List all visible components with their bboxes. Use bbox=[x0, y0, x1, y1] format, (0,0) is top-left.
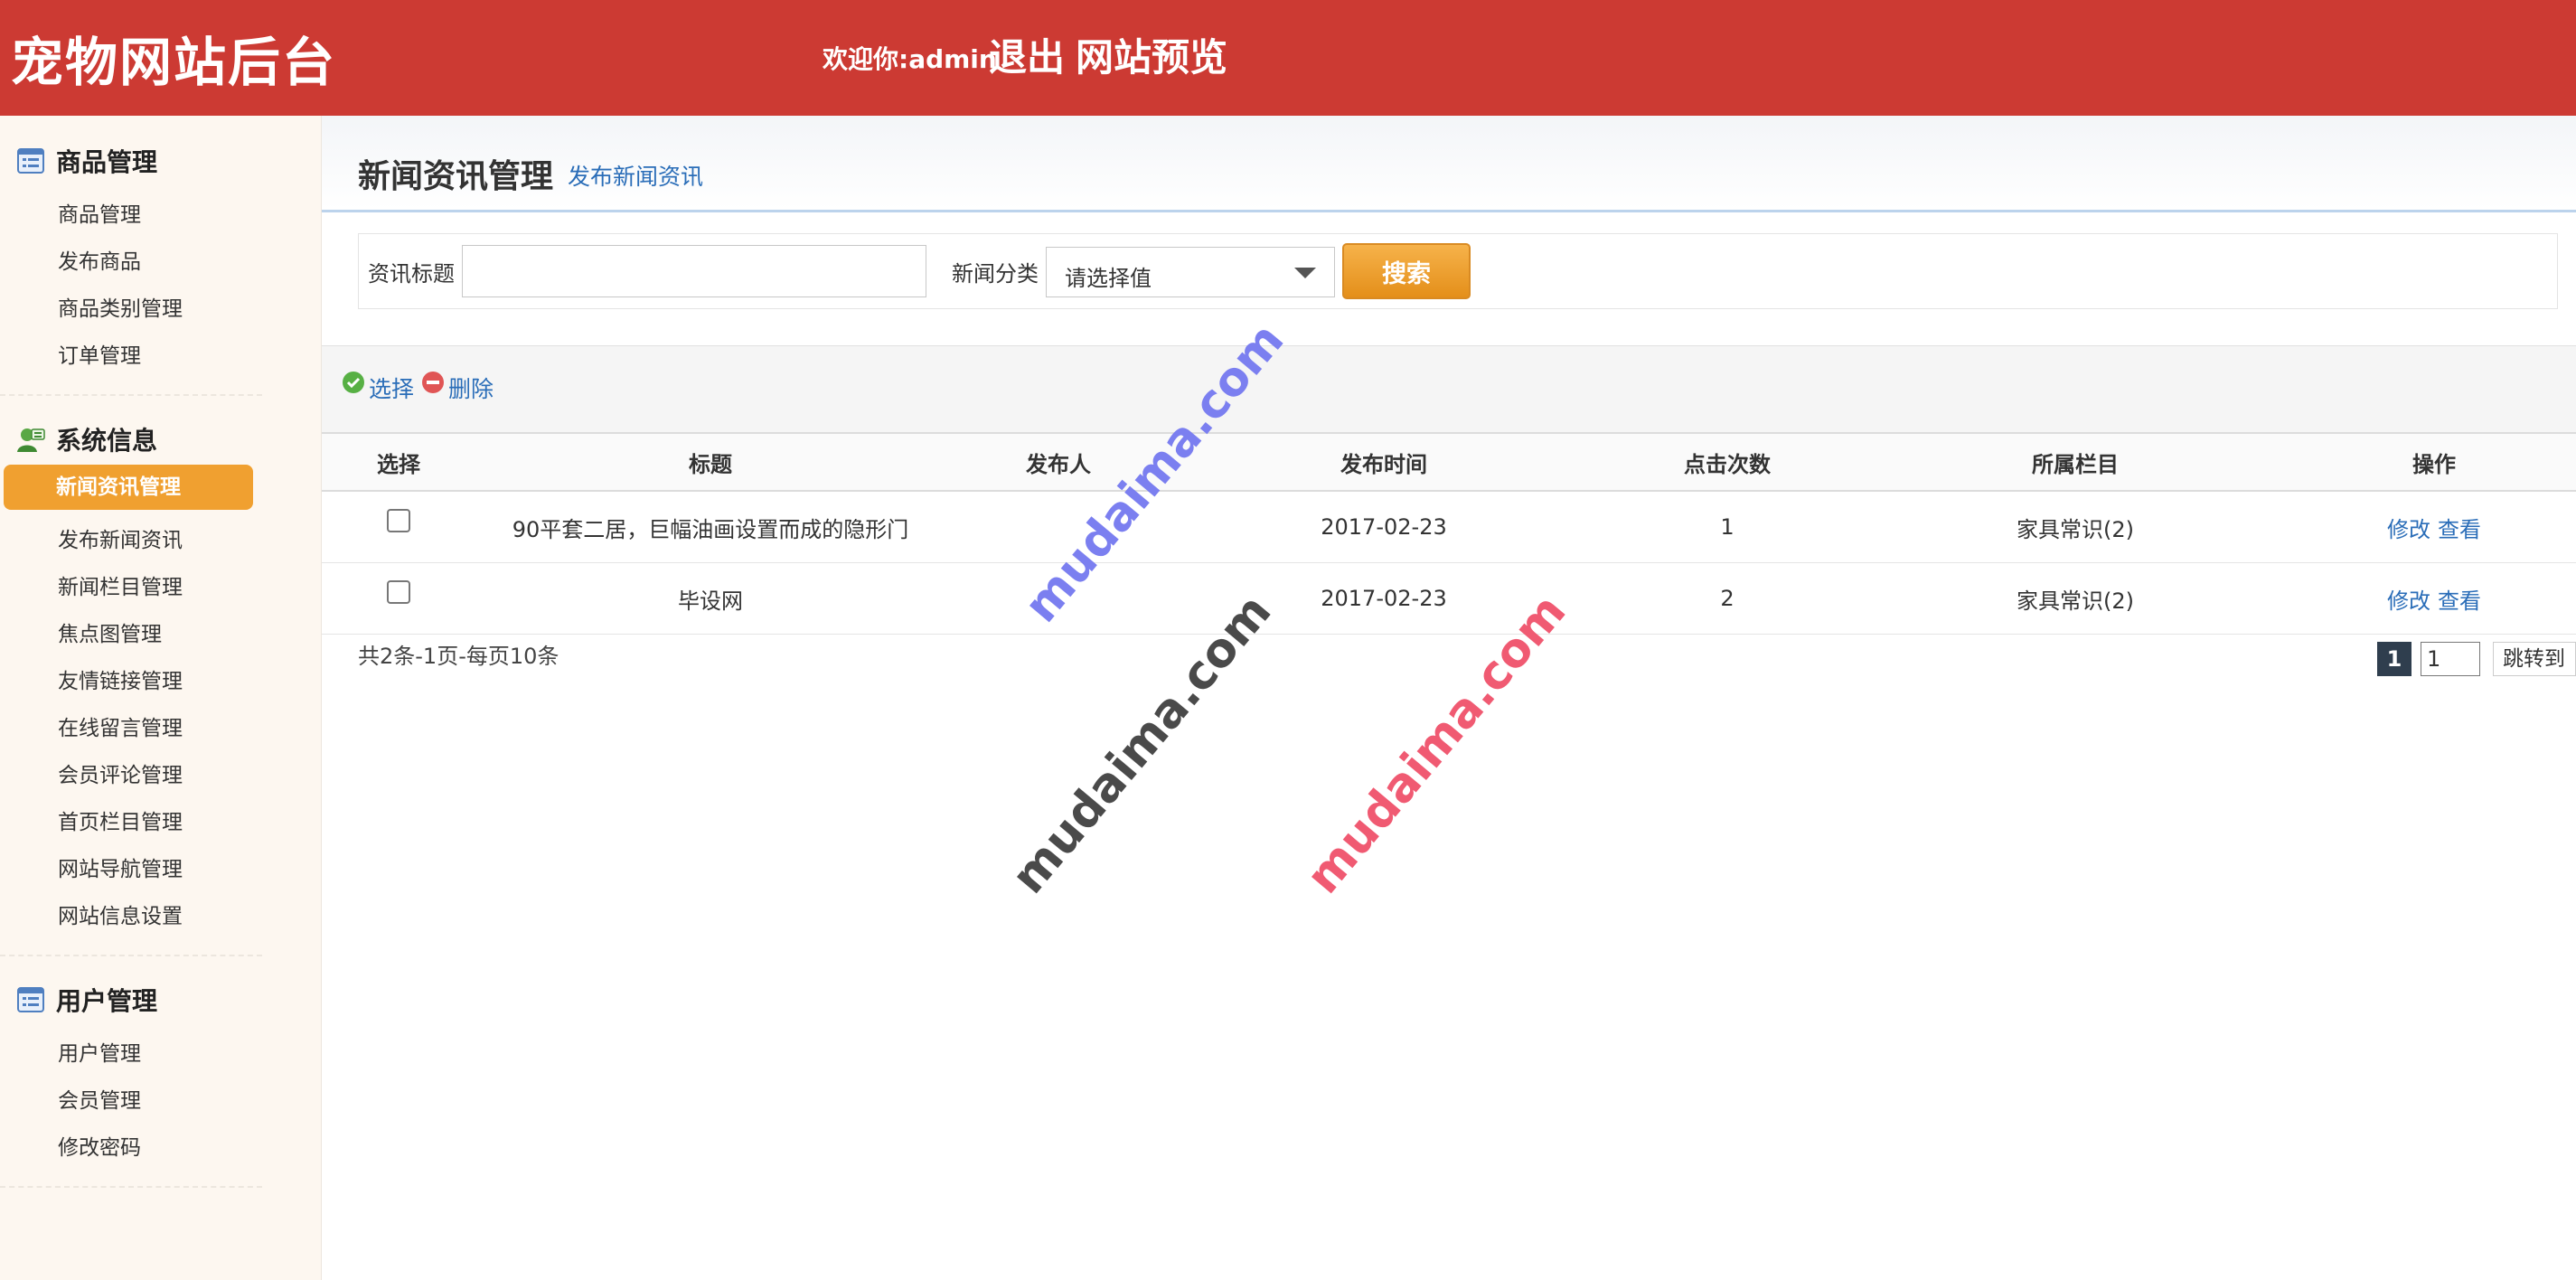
column-header-column: 所属栏目 bbox=[1858, 432, 2292, 492]
search-button[interactable]: 搜索 bbox=[1342, 243, 1471, 299]
publish-news-link[interactable]: 发布新闻资讯 bbox=[568, 159, 703, 192]
sidebar-divider bbox=[0, 394, 262, 396]
sidebar-item-publish-goods[interactable]: 发布商品 bbox=[58, 244, 141, 275]
sidebar-group-title: 系统信息 bbox=[56, 426, 158, 456]
sidebar-item-member-manage[interactable]: 会员管理 bbox=[58, 1083, 141, 1114]
news-clicks: 2 bbox=[1596, 562, 1858, 635]
category-filter-label: 新闻分类 bbox=[952, 261, 1039, 287]
table-row: 毕设网 2017-02-23 2 家具常识(2) 修改 查看 bbox=[322, 562, 2576, 635]
user-settings-icon bbox=[16, 425, 45, 454]
sidebar-divider bbox=[0, 955, 262, 956]
sidebar-item-messages[interactable]: 在线留言管理 bbox=[58, 711, 183, 741]
sidebar-group-users[interactable]: 用户管理 bbox=[16, 982, 157, 1018]
list-icon bbox=[16, 146, 45, 175]
sidebar: 商品管理 商品管理 发布商品 商品类别管理 订单管理 系统信息 新闻资讯管理 发… bbox=[0, 116, 322, 1280]
news-column: 家具常识(2) bbox=[1858, 562, 2292, 635]
select-all-button[interactable]: 选择 bbox=[342, 372, 414, 404]
page-header: 新闻资讯管理 发布新闻资讯 bbox=[322, 116, 2576, 212]
sidebar-item-focus-images[interactable]: 焦点图管理 bbox=[58, 616, 162, 647]
site-brand: 宠物网站后台 bbox=[11, 32, 337, 93]
column-header-select: 选择 bbox=[322, 432, 475, 492]
sidebar-item-home-columns[interactable]: 首页栏目管理 bbox=[58, 805, 183, 835]
sidebar-divider bbox=[0, 1186, 262, 1188]
sidebar-item-goods-category[interactable]: 商品类别管理 bbox=[58, 291, 183, 322]
delete-button[interactable]: 删除 bbox=[421, 372, 494, 404]
sidebar-item-site-nav[interactable]: 网站导航管理 bbox=[58, 852, 183, 882]
delete-label: 删除 bbox=[448, 376, 494, 402]
check-circle-icon bbox=[342, 371, 365, 394]
list-toolbar: 选择 删除 bbox=[322, 345, 2576, 433]
news-title: 90平套二居，巨幅油画设置而成的隐形门 bbox=[475, 491, 945, 563]
sidebar-item-publish-news[interactable]: 发布新闻资讯 bbox=[58, 522, 183, 553]
edit-link[interactable]: 修改 bbox=[2387, 588, 2430, 614]
title-search-input[interactable] bbox=[462, 245, 926, 297]
list-icon bbox=[16, 985, 45, 1014]
search-panel: 资讯标题 新闻分类 请选择值 搜索 bbox=[358, 233, 2558, 309]
sidebar-item-comments[interactable]: 会员评论管理 bbox=[58, 758, 183, 788]
news-date: 2017-02-23 bbox=[1171, 491, 1596, 563]
news-title: 毕设网 bbox=[475, 562, 945, 635]
minus-circle-icon bbox=[421, 371, 445, 394]
sidebar-group-title: 商品管理 bbox=[56, 147, 158, 177]
news-table: 选择 标题 发布人 发布时间 点击次数 所属栏目 操作 90平套二居，巨幅油画设… bbox=[322, 432, 2576, 635]
sidebar-group-system[interactable]: 系统信息 bbox=[16, 421, 157, 457]
pager-current-page[interactable]: 1 bbox=[2377, 642, 2411, 676]
category-selected-value: 请选择值 bbox=[1065, 266, 1152, 291]
view-link[interactable]: 查看 bbox=[2438, 588, 2481, 614]
site-preview-link[interactable]: 网站预览 bbox=[1076, 27, 1227, 82]
sidebar-item-user-manage[interactable]: 用户管理 bbox=[58, 1036, 141, 1067]
edit-link[interactable]: 修改 bbox=[2387, 517, 2430, 542]
pager-page-input[interactable]: 1 bbox=[2421, 642, 2480, 676]
sidebar-item-news-columns[interactable]: 新闻栏目管理 bbox=[58, 569, 183, 600]
category-select[interactable]: 请选择值 bbox=[1046, 247, 1335, 297]
column-header-actions: 操作 bbox=[2292, 432, 2576, 492]
news-clicks: 1 bbox=[1596, 491, 1858, 563]
table-header-row: 选择 标题 发布人 发布时间 点击次数 所属栏目 操作 bbox=[322, 432, 2576, 492]
sidebar-item-change-password[interactable]: 修改密码 bbox=[58, 1130, 141, 1161]
sidebar-item-news-manage[interactable]: 新闻资讯管理 bbox=[4, 465, 253, 510]
column-header-title: 标题 bbox=[475, 432, 945, 492]
logout-link[interactable]: 退出 bbox=[989, 27, 1065, 82]
sidebar-item-friend-links[interactable]: 友情链接管理 bbox=[58, 664, 183, 694]
row-checkbox[interactable] bbox=[387, 509, 410, 532]
title-filter-label: 资讯标题 bbox=[368, 261, 455, 287]
top-header: 宠物网站后台 欢迎你:admin 退出 网站预览 bbox=[0, 0, 2576, 116]
row-checkbox[interactable] bbox=[387, 580, 410, 604]
welcome-text: 欢迎你:admin bbox=[823, 44, 997, 74]
sidebar-item-orders[interactable]: 订单管理 bbox=[58, 338, 141, 369]
pager-info: 共2条-1页-每页10条 bbox=[358, 644, 559, 669]
table-row: 90平套二居，巨幅油画设置而成的隐形门 2017-02-23 1 家具常识(2)… bbox=[322, 491, 2576, 563]
news-column: 家具常识(2) bbox=[1858, 491, 2292, 563]
sidebar-item-goods-manage[interactable]: 商品管理 bbox=[58, 197, 141, 228]
sidebar-group-title: 用户管理 bbox=[56, 986, 158, 1016]
chevron-down-icon bbox=[1294, 268, 1316, 278]
select-label: 选择 bbox=[369, 376, 415, 402]
view-link[interactable]: 查看 bbox=[2438, 517, 2481, 542]
row-actions: 修改 查看 bbox=[2292, 491, 2576, 563]
sidebar-group-goods[interactable]: 商品管理 bbox=[16, 143, 157, 179]
column-header-clicks: 点击次数 bbox=[1596, 432, 1858, 492]
sidebar-item-site-settings[interactable]: 网站信息设置 bbox=[58, 899, 183, 929]
pager-go-button[interactable]: 跳转到 bbox=[2493, 642, 2576, 676]
column-header-date: 发布时间 bbox=[1171, 432, 1596, 492]
page-title: 新闻资讯管理 bbox=[358, 158, 554, 195]
row-actions: 修改 查看 bbox=[2292, 562, 2576, 635]
